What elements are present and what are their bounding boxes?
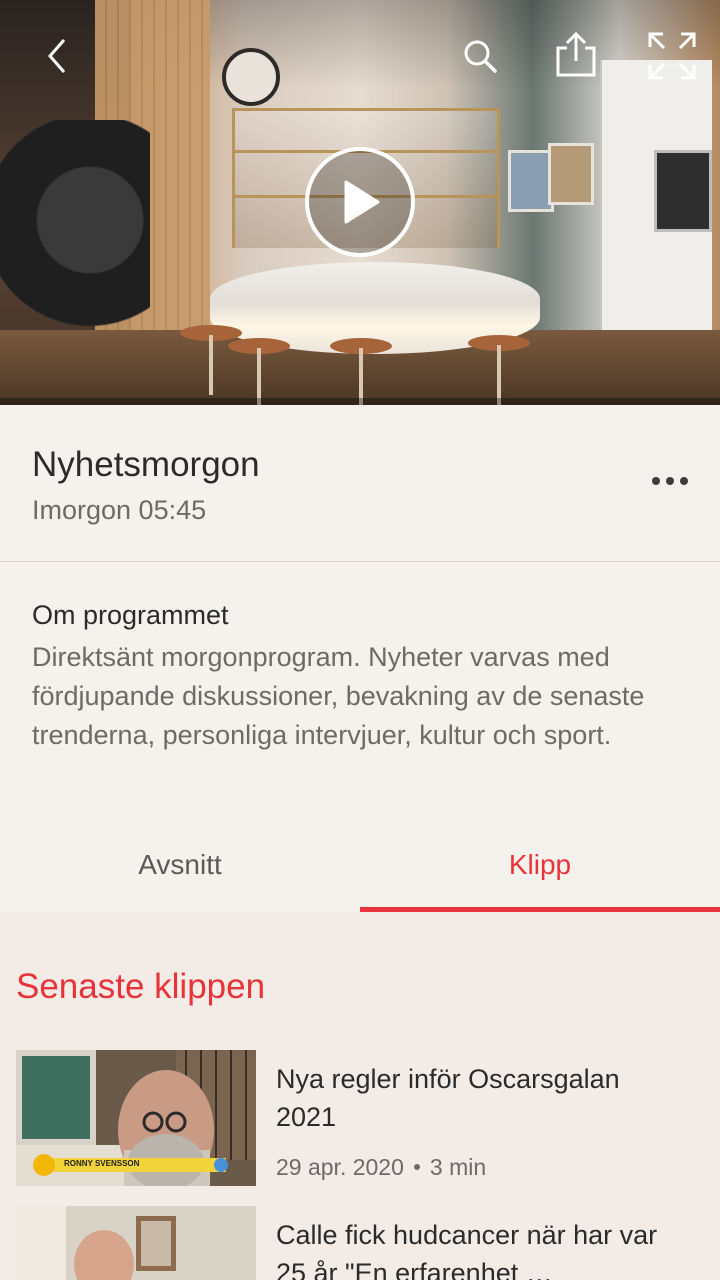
clip-item[interactable]: Calle fick hudcancer när har var 25 år "… [16,1206,706,1280]
program-header: Nyhetsmorgon Imorgon 05:45 [0,405,720,562]
thumb-caption: RONNY SVENSSON [64,1159,140,1168]
program-title: Nyhetsmorgon [32,445,260,484]
wall-frame [548,143,594,205]
share-button[interactable] [548,26,604,82]
clip-duration: 3 min [429,1154,487,1180]
oven [654,150,712,232]
more-options-button[interactable] [640,460,700,502]
back-button[interactable] [28,28,84,84]
clip-thumbnail [16,1206,256,1280]
back-arrow-icon [48,39,66,73]
section-heading: Senaste klippen [16,967,266,1006]
about-description: Direktsänt morgonprogram. Nyheter varvas… [32,642,645,750]
fullscreen-icon [648,32,696,80]
tab-episodes[interactable]: Avsnitt [0,817,360,912]
clip-title: Nya regler inför Oscarsgalan 2021 [276,1064,620,1132]
play-icon [344,180,380,224]
wall-clock [222,48,280,106]
share-icon [556,31,596,77]
fullscreen-button[interactable] [644,28,700,84]
clip-thumbnail: RONNY SVENSSON [16,1050,256,1186]
program-airtime: Imorgon 05:45 [32,495,207,525]
clips-list: Senaste klippen RONNY SVENSSON Nya regle… [0,912,720,1280]
tab-bar: Avsnitt Klipp [0,817,720,912]
video-player[interactable] [0,0,720,405]
more-icon [649,477,691,485]
clip-meta: 29 apr. 2020 3 min [276,1154,486,1181]
search-button[interactable] [452,28,508,84]
tab-clips[interactable]: Klipp [360,817,720,912]
progress-track[interactable] [0,398,720,405]
play-button[interactable] [305,147,415,257]
clip-date: 29 apr. 2020 [276,1154,404,1180]
about-heading: Om programmet [32,600,229,630]
clip-item[interactable]: RONNY SVENSSON Nya regler inför Oscarsga… [16,1050,706,1186]
search-icon [464,40,497,73]
about-section: Om programmet Direktsänt morgonprogram. … [0,562,720,817]
clip-title: Calle fick hudcancer när har var 25 år "… [276,1220,658,1280]
